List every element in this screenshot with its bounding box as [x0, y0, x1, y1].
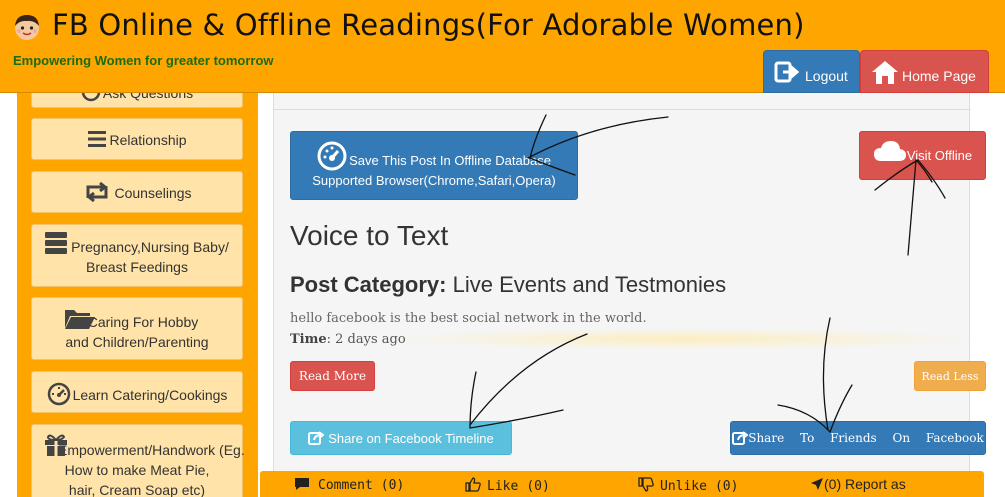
- sidebar-item-label-line2: How to make Meat Pie,: [64, 462, 210, 478]
- comment-icon: [294, 477, 310, 495]
- gift-icon: [44, 433, 68, 462]
- panel-top-divider: [274, 93, 971, 110]
- avatar-logo-icon: [15, 15, 39, 40]
- share-friends-label: Share To Friends On Facebook: [748, 431, 984, 445]
- text-highlight-glow: [384, 328, 984, 350]
- share-friends-button[interactable]: Share To Friends On Facebook: [730, 421, 986, 455]
- sidebar-item-caring-hobby[interactable]: Caring For Hobby and Children/Parenting: [31, 297, 243, 360]
- home-label: Home Page: [902, 67, 976, 84]
- unlike-button[interactable]: Unlike (0): [638, 477, 738, 496]
- sidebar-item-label-line2: and Children/Parenting: [65, 334, 209, 350]
- post-category: Post Category: Live Events and Testmonie…: [290, 272, 726, 298]
- sidebar-item-label-line2: Breast Feedings: [86, 259, 188, 275]
- comment-button[interactable]: Comment (0): [294, 477, 404, 495]
- dashboard-icon: [47, 382, 71, 411]
- site-subtitle: Empowering Women for greater tomorrow: [13, 53, 274, 68]
- like-label: Like: [487, 479, 519, 494]
- post-body: hello facebook is the best social networ…: [290, 311, 647, 326]
- sidebar-item-empowerment[interactable]: Empowerment/Handwork (Eg. How to make Me…: [31, 424, 245, 497]
- report-button[interactable]: (0) Report as: [810, 476, 906, 494]
- sidebar-item-label-line3: hair, Cream Soap etc): [68, 482, 206, 497]
- folder-open-icon: [64, 306, 96, 335]
- visit-offline-label: Visit Offline: [906, 148, 973, 163]
- cloud-icon: [873, 140, 906, 161]
- sidebar-item-pregnancy[interactable]: Pregnancy,Nursing Baby/ Breast Feedings: [31, 224, 243, 287]
- like-button[interactable]: Like (0): [465, 477, 550, 496]
- sidebar-item-ask-questions[interactable]: Ask Questions: [31, 93, 243, 108]
- post-category-value: Live Events and Testmonies: [452, 272, 727, 297]
- site-header: FB Online & Offline Readings(For Adorabl…: [0, 0, 1005, 93]
- thumbs-up-icon: [465, 477, 481, 496]
- sidebar-item-counselings[interactable]: Counselings: [31, 171, 243, 213]
- like-count: (0): [526, 479, 550, 494]
- post-title: Voice to Text: [290, 220, 449, 251]
- home-page-button[interactable]: Home Page: [860, 50, 989, 93]
- logout-icon: [774, 61, 800, 82]
- site-title: FB Online & Offline Readings(For Adorabl…: [52, 8, 805, 42]
- logout-button[interactable]: Logout: [763, 50, 860, 93]
- post-category-label: Post Category:: [290, 272, 447, 297]
- share-timeline-button[interactable]: Share on Facebook Timeline: [290, 421, 512, 455]
- post-time: Time: 2 days ago: [290, 332, 406, 347]
- post-action-bar: Comment (0) Like (0) Unlike (0) (0) Report …: [260, 471, 984, 497]
- visit-offline-button[interactable]: Visit Offline: [859, 131, 986, 180]
- home-icon: [872, 60, 898, 84]
- save-offline-line1: Save This Post In Offline Database: [349, 152, 551, 168]
- retweet-icon: [82, 181, 112, 207]
- logout-label: Logout: [805, 67, 848, 84]
- post-time-label: Time: [290, 332, 327, 347]
- thumbs-down-icon: [638, 477, 654, 496]
- sidebar-item-label: Ask Questions: [102, 93, 194, 102]
- read-more-button[interactable]: Read More: [290, 361, 375, 391]
- save-offline-line2: Supported Browser(Chrome,Safari,Opera): [312, 172, 556, 188]
- comment-count: (0): [380, 478, 405, 493]
- sidebar-item-relationship[interactable]: Relationship: [31, 118, 243, 160]
- share-icon: [732, 431, 749, 445]
- unlike-label: Unlike: [660, 479, 707, 494]
- read-less-button[interactable]: Read Less: [914, 361, 986, 391]
- sidebar: Ask Questions Relationship Counselings P…: [17, 93, 258, 497]
- report-label: (0) Report as: [824, 476, 906, 492]
- question-circle-icon: [81, 93, 101, 107]
- share-icon: [308, 431, 325, 445]
- main-content: Save This Post In Offline Database Suppo…: [258, 93, 1005, 497]
- comment-label: Comment: [318, 478, 373, 493]
- sidebar-item-label: Relationship: [109, 132, 187, 149]
- dashboard-icon: [317, 141, 347, 170]
- save-offline-button[interactable]: Save This Post In Offline Database Suppo…: [290, 131, 578, 200]
- sidebar-item-learn-catering[interactable]: Learn Catering/Cookings: [31, 371, 243, 413]
- post-panel: Save This Post In Offline Database Suppo…: [273, 93, 986, 497]
- list-icon: [87, 129, 107, 154]
- post-time-value: : 2 days ago: [326, 332, 406, 347]
- share-timeline-label: Share on Facebook Timeline: [328, 430, 494, 446]
- server-stack-icon: [44, 231, 68, 260]
- unlike-count: (0): [714, 479, 739, 494]
- sidebar-item-label: Counselings: [114, 185, 192, 202]
- sidebar-item-label: Learn Catering/Cookings: [72, 387, 228, 404]
- send-arrow-icon: [810, 477, 824, 494]
